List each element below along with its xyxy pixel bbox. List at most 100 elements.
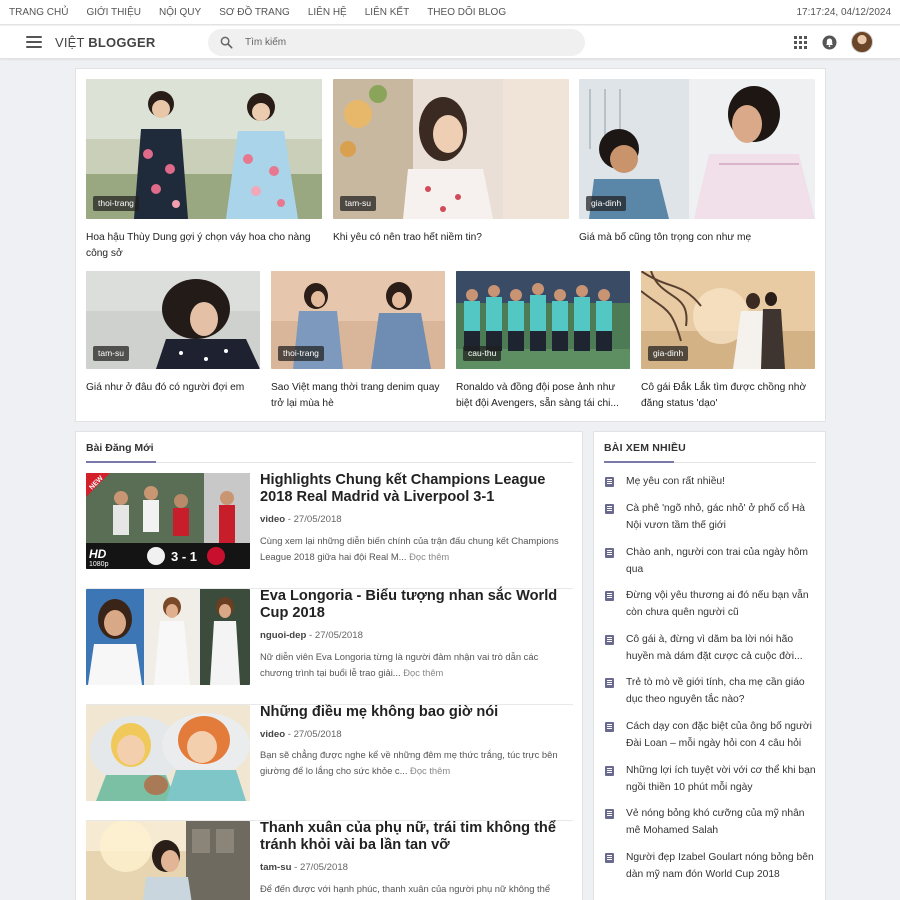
post-image: NEW HD 1080p 3 - 1 — [86, 473, 250, 569]
featured-title[interactable]: Hoa hậu Thùy Dung gợi ý chọn váy hoa cho… — [86, 230, 322, 262]
site-logo[interactable]: VIỆT BLOGGER — [55, 26, 155, 59]
post-category[interactable]: video — [260, 729, 285, 740]
featured-thumbnail[interactable]: tam-su — [333, 79, 569, 219]
popular-item-label[interactable]: Mẹ yêu con rất nhiều! — [626, 474, 817, 491]
category-tag[interactable]: thoi-trang — [93, 196, 139, 211]
category-tag[interactable]: tam-su — [93, 346, 129, 361]
post-category[interactable]: video — [260, 514, 285, 525]
featured-title[interactable]: Khi yêu có nên trao hết niềm tin? — [333, 230, 569, 246]
post-excerpt: Để đến được với hạnh phúc, thanh xuân củ… — [260, 881, 572, 897]
post-title[interactable]: Eva Longoria - Biểu tượng nhan sắc World… — [260, 588, 570, 622]
post-title[interactable]: Highlights Chung kết Champions League 20… — [260, 472, 570, 506]
popular-item-label[interactable]: Cô gái à, đừng vì dăm ba lời nói hão huy… — [626, 632, 817, 665]
top-nav: TRANG CHỦ GIỚI THIỆU NỘI QUY SƠ ĐỒ TRANG… — [0, 0, 515, 25]
read-more-link[interactable]: Đọc thêm — [409, 551, 449, 562]
featured-thumbnail[interactable]: gia-dinh — [579, 79, 815, 219]
document-icon — [605, 853, 614, 863]
post-meta: nguoi-dep - 27/05/2018 — [260, 630, 363, 641]
post-thumbnail[interactable]: NEW HD 1080p 3 - 1 — [86, 473, 250, 569]
document-icon — [605, 809, 614, 819]
top-nav-rules[interactable]: NỘI QUY — [150, 0, 210, 25]
apps-grid-icon[interactable] — [793, 35, 808, 50]
top-nav-follow[interactable]: THEO DÕI BLOG — [418, 0, 515, 25]
post-title[interactable]: Những điều mẹ không bao giờ nói — [260, 704, 570, 721]
notification-icon[interactable] — [822, 35, 837, 50]
post-image — [86, 705, 250, 801]
post-image — [86, 821, 250, 900]
post-thumbnail[interactable] — [86, 705, 250, 801]
post-meta: tam-su - 27/05/2018 — [260, 862, 348, 873]
document-icon — [605, 504, 614, 514]
popular-item[interactable]: Những lợi ích tuyệt vời với cơ thể khi b… — [605, 763, 817, 796]
featured-title[interactable]: Cô gái Đắk Lắk tìm được chồng nhờ đăng s… — [641, 380, 815, 412]
post-date: 27/05/2018 — [293, 514, 342, 525]
post-category[interactable]: nguoi-dep — [260, 630, 306, 641]
featured-card[interactable]: thoi-trang Sao Việt mang thời trang deni… — [271, 271, 445, 412]
top-nav-home[interactable]: TRANG CHỦ — [0, 0, 77, 25]
popular-item-label[interactable]: Đừng vội yêu thương ai đó nếu bạn vẫn cò… — [626, 588, 817, 621]
search-box[interactable] — [208, 29, 585, 56]
menu-icon[interactable] — [26, 34, 42, 50]
popular-posts-section: BÀI XEM NHIỀU Mẹ yêu con rất nhiều! Cà p… — [593, 431, 826, 900]
popular-item-label[interactable]: Những lợi ích tuyệt vời với cơ thể khi b… — [626, 763, 817, 796]
avatar[interactable] — [851, 31, 873, 53]
recent-posts-section: Bài Đăng Mới NEW HD 1080p 3 - 1 Highligh… — [75, 431, 583, 900]
top-nav-contact[interactable]: LIÊN HỆ — [299, 0, 356, 25]
category-tag[interactable]: thoi-trang — [278, 346, 324, 361]
popular-item[interactable]: Người đẹp Izabel Goulart nóng bỏng bên d… — [605, 850, 817, 883]
post-thumbnail[interactable] — [86, 821, 250, 900]
featured-card[interactable]: gia-dinh Cô gái Đắk Lắk tìm được chồng n… — [641, 271, 815, 412]
featured-title[interactable]: Giá mà bố cũng tôn trọng con như mẹ — [579, 230, 815, 246]
popular-item[interactable]: Chào anh, người con trai của ngày hôm qu… — [605, 545, 817, 578]
popular-item[interactable]: Cách dạy con đặc biệt của ông bố người Đ… — [605, 719, 817, 752]
popular-item[interactable]: Đừng vội yêu thương ai đó nếu bạn vẫn cò… — [605, 588, 817, 621]
search-input[interactable] — [245, 29, 565, 56]
featured-thumbnail[interactable]: thoi-trang — [271, 271, 445, 369]
popular-item-label[interactable]: Vẻ nóng bỏng khó cưỡng của mỹ nhân mê Mo… — [626, 806, 817, 839]
top-nav-sitemap[interactable]: SƠ ĐỒ TRANG — [210, 0, 299, 25]
category-tag[interactable]: gia-dinh — [648, 346, 689, 361]
popular-item-label[interactable]: Cách dạy con đặc biệt của ông bố người Đ… — [626, 719, 817, 752]
post-title[interactable]: Thanh xuân của phụ nữ, trái tim không th… — [260, 820, 570, 854]
header: VIỆT BLOGGER — [0, 26, 900, 59]
popular-item-label[interactable]: Người đẹp Izabel Goulart nóng bỏng bên d… — [626, 850, 817, 883]
document-icon — [605, 678, 614, 688]
post-item: Eva Longoria - Biểu tượng nhan sắc World… — [86, 588, 573, 705]
popular-item[interactable]: Mẹ yêu con rất nhiều! — [605, 474, 817, 491]
section-divider — [86, 461, 573, 463]
popular-item-label[interactable]: Cà phê 'ngõ nhỏ, gác nhỏ' ở phố cổ Hà Nộ… — [626, 501, 817, 534]
category-tag[interactable]: cau-thu — [463, 346, 502, 361]
featured-thumbnail[interactable]: cau-thu — [456, 271, 630, 369]
top-nav-links[interactable]: LIÊN KẾT — [356, 0, 418, 25]
popular-item-label[interactable]: Trẻ tò mò về giới tính, cha mẹ cần giáo … — [626, 675, 817, 708]
post-category[interactable]: tam-su — [260, 862, 291, 873]
read-more-link[interactable]: Đọc thêm — [410, 765, 450, 776]
category-tag[interactable]: gia-dinh — [586, 196, 627, 211]
popular-item[interactable]: Trẻ tò mò về giới tính, cha mẹ cần giáo … — [605, 675, 817, 708]
post-thumbnail[interactable] — [86, 589, 250, 685]
category-tag[interactable]: tam-su — [340, 196, 376, 211]
featured-title[interactable]: Sao Việt mang thời trang denim quay trở … — [271, 380, 445, 412]
featured-title[interactable]: Giá như ở đâu đó có người đợi em — [86, 380, 260, 396]
featured-thumbnail[interactable]: tam-su — [86, 271, 260, 369]
popular-item-label[interactable]: Chào anh, người con trai của ngày hôm qu… — [626, 545, 817, 578]
featured-thumbnail[interactable]: thoi-trang — [86, 79, 322, 219]
featured-card[interactable]: cau-thu Ronaldo và đồng đội pose ảnh như… — [456, 271, 630, 412]
document-icon — [605, 722, 614, 732]
post-excerpt-text: Bạn sẽ chẳng được nghe kể về những đêm m… — [260, 749, 558, 776]
featured-card[interactable]: thoi-trang Hoa hậu Thùy Dung gợi ý chọn … — [86, 79, 322, 262]
clock: 17:17:24, 04/12/2024 — [796, 7, 891, 18]
featured-card[interactable]: gia-dinh Giá mà bố cũng tôn trọng con nh… — [579, 79, 815, 246]
popular-item[interactable]: Cô gái à, đừng vì dăm ba lời nói hão huy… — [605, 632, 817, 665]
post-item: Thanh xuân của phụ nữ, trái tim không th… — [86, 820, 573, 900]
featured-title[interactable]: Ronaldo và đồng đội pose ảnh như biệt độ… — [456, 380, 630, 412]
score-label: 3 - 1 — [171, 549, 197, 564]
featured-card[interactable]: tam-su Khi yêu có nên trao hết niềm tin? — [333, 79, 569, 246]
search-icon[interactable] — [220, 36, 233, 49]
featured-thumbnail[interactable]: gia-dinh — [641, 271, 815, 369]
featured-card[interactable]: tam-su Giá như ở đâu đó có người đợi em — [86, 271, 260, 396]
popular-item[interactable]: Vẻ nóng bỏng khó cưỡng của mỹ nhân mê Mo… — [605, 806, 817, 839]
popular-item[interactable]: Cà phê 'ngõ nhỏ, gác nhỏ' ở phố cổ Hà Nộ… — [605, 501, 817, 534]
read-more-link[interactable]: Đọc thêm — [403, 667, 443, 678]
top-nav-about[interactable]: GIỚI THIỆU — [77, 0, 150, 25]
